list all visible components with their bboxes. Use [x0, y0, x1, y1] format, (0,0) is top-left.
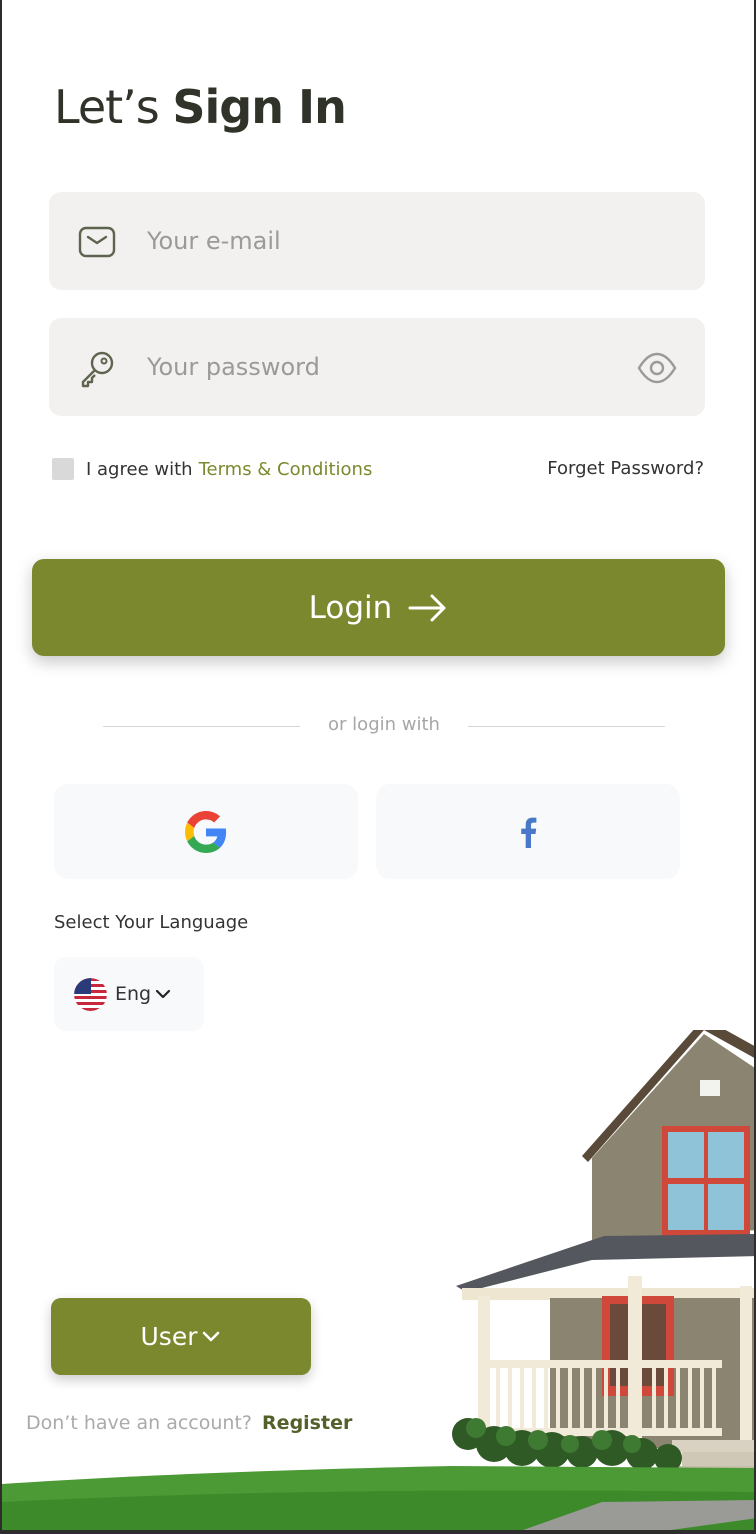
lawn-illustration — [2, 1466, 754, 1530]
register-prompt: Don’t have an account? Register — [26, 1412, 352, 1434]
or-divider: or login with — [103, 714, 665, 738]
agree-text: I agree with — [86, 458, 193, 480]
facebook-login-button[interactable] — [376, 784, 680, 879]
title-light: Let’s — [54, 80, 160, 134]
title-bold: Sign In — [172, 80, 346, 134]
key-icon — [81, 351, 114, 388]
language-select[interactable]: Eng — [54, 957, 204, 1031]
chevron-down-icon — [203, 1331, 220, 1341]
login-button[interactable]: Login — [32, 559, 725, 656]
chevron-down-icon — [156, 989, 171, 999]
page-title: Let’s Sign In — [54, 80, 347, 134]
divider-text: or login with — [328, 714, 440, 735]
house-illustration — [452, 1030, 754, 1482]
terms-link[interactable]: Terms & Conditions — [199, 459, 373, 480]
user-role-dropdown[interactable]: User — [51, 1298, 311, 1375]
sign-in-screen: Let’s Sign In Your e-mail Your password … — [0, 0, 756, 1534]
us-flag-icon — [74, 977, 107, 1011]
password-placeholder: Your password — [147, 353, 320, 381]
user-role-label: User — [140, 1322, 198, 1351]
register-prompt-text: Don’t have an account? — [26, 1412, 252, 1434]
arrow-right-icon — [408, 594, 446, 621]
eye-icon[interactable] — [637, 348, 677, 388]
facebook-icon — [521, 817, 537, 848]
google-login-button[interactable] — [54, 784, 358, 879]
forget-password-link[interactable]: Forget Password? — [547, 458, 704, 479]
terms-checkbox[interactable] — [52, 458, 74, 480]
divider-line-right — [468, 726, 665, 727]
register-link[interactable]: Register — [262, 1412, 352, 1434]
email-field[interactable]: Your e-mail — [49, 192, 705, 290]
email-placeholder: Your e-mail — [147, 227, 281, 255]
language-value: Eng — [115, 983, 152, 1005]
google-icon — [185, 810, 227, 853]
language-label: Select Your Language — [54, 912, 249, 933]
password-field[interactable]: Your password — [49, 318, 705, 416]
terms-agreement: I agree with Terms & Conditions — [52, 458, 372, 480]
login-label: Login — [308, 589, 393, 626]
mail-icon — [78, 226, 116, 258]
